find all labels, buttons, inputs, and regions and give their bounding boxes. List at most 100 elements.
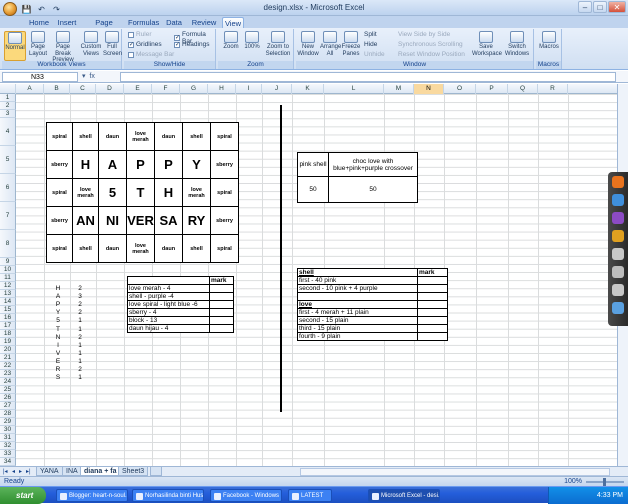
hide-button[interactable]: Hide	[364, 41, 377, 48]
row-header[interactable]: 3	[0, 110, 16, 118]
design-cell[interactable]: T	[126, 178, 155, 207]
zoom-to-selection-button[interactable]: Zoom to Selection	[264, 31, 292, 57]
normal-view-button[interactable]: Normal	[4, 31, 26, 61]
design-cell[interactable]: shell	[182, 122, 211, 151]
tab-view[interactable]: View	[222, 17, 244, 28]
letter-cell[interactable]: 5	[48, 317, 68, 325]
headings-checkbox[interactable]: ✓ Headings	[174, 41, 209, 48]
app-icon[interactable]	[612, 230, 624, 242]
letter-count-cell[interactable]: 2	[74, 334, 86, 342]
switch-windows-button[interactable]: Switch Windows	[502, 31, 532, 57]
reset-window-position-button[interactable]: Reset Window Position	[398, 51, 465, 58]
row-header[interactable]: 21	[0, 354, 16, 362]
design-cell[interactable]: love merah	[72, 178, 99, 207]
insert-sheet-button[interactable]	[150, 467, 162, 476]
tab-insert[interactable]: Insert	[56, 17, 78, 28]
pink-shell-value[interactable]: 50	[297, 176, 329, 203]
app-icon[interactable]	[612, 176, 624, 188]
design-cell[interactable]: love merah	[126, 122, 155, 151]
row-header[interactable]: 2	[0, 102, 16, 110]
row-header[interactable]: 22	[0, 362, 16, 370]
column-header[interactable]: K	[292, 84, 324, 94]
mark-cell[interactable]	[209, 300, 234, 309]
page-break-preview-button[interactable]: Page Break Preview	[49, 31, 77, 64]
item-cell[interactable]: sberry - 4	[127, 308, 210, 317]
design-cell[interactable]: RY	[182, 206, 211, 235]
column-header[interactable]: O	[444, 84, 476, 94]
tab-formulas[interactable]: Formulas	[128, 17, 159, 28]
gridlines-checkbox[interactable]: ✓ Gridlines	[128, 41, 162, 48]
letter-cell[interactable]: T	[48, 326, 68, 334]
row-header[interactable]: 9	[0, 258, 16, 266]
taskbar-item[interactable]: Facebook - Windows ...	[210, 489, 282, 502]
save-workspace-button[interactable]: Save Workspace	[472, 31, 502, 57]
letter-cell[interactable]: E	[48, 358, 68, 366]
mark-cell[interactable]	[417, 300, 448, 309]
column-header[interactable]: D	[96, 84, 124, 94]
item-cell[interactable]	[297, 292, 418, 301]
design-cell[interactable]: spiral	[210, 122, 239, 151]
taskbar-item[interactable]: Norhasilinda binti Hus...	[132, 489, 204, 502]
minimize-button[interactable]: –	[578, 1, 592, 13]
letter-count-cell[interactable]: 1	[74, 317, 86, 325]
row-header[interactable]: 13	[0, 290, 16, 298]
zoom-100-button[interactable]: 100%	[243, 31, 261, 51]
choc-love-header[interactable]: choc love with blue+pink+purple crossove…	[328, 152, 418, 177]
synchronous-scrolling-button[interactable]: Synchronous Scrolling	[398, 41, 463, 48]
design-cell[interactable]: spiral	[210, 234, 239, 263]
letter-cell[interactable]: V	[48, 350, 68, 358]
column-header[interactable]: G	[180, 84, 208, 94]
close-button[interactable]: ✕	[608, 1, 626, 13]
pink-shell-header[interactable]: pink shell	[297, 152, 329, 177]
message-bar-checkbox[interactable]: Message Bar	[128, 51, 174, 58]
letter-cell[interactable]: R	[48, 366, 68, 374]
sheet-tab-ina[interactable]: INA	[62, 467, 82, 476]
column-header[interactable]: F	[152, 84, 180, 94]
design-cell[interactable]: P	[126, 150, 155, 179]
letter-count-cell[interactable]: 1	[74, 342, 86, 350]
app-icon[interactable]	[612, 302, 624, 314]
app-icon[interactable]	[612, 284, 624, 296]
letter-count-cell[interactable]: 1	[74, 350, 86, 358]
formula-input[interactable]	[120, 72, 616, 82]
row-header[interactable]: 11	[0, 274, 16, 282]
row-header[interactable]: 29	[0, 418, 16, 426]
design-cell[interactable]: H	[154, 178, 183, 207]
item-cell[interactable]: second - 10 pink + 4 purple	[297, 284, 418, 293]
column-header[interactable]: I	[236, 84, 262, 94]
design-cell[interactable]: sberry	[46, 206, 73, 235]
row-header[interactable]: 10	[0, 266, 16, 274]
column-header[interactable]: R	[538, 84, 568, 94]
mark-cell[interactable]	[417, 316, 448, 325]
row-header[interactable]: 4	[0, 118, 16, 146]
row-header[interactable]: 15	[0, 306, 16, 314]
item-cell[interactable]: love	[297, 300, 418, 309]
tab-home[interactable]: Home	[28, 17, 50, 28]
design-cell[interactable]: H	[72, 150, 99, 179]
macros-button[interactable]: Macros	[539, 31, 559, 51]
row-header[interactable]: 12	[0, 282, 16, 290]
letter-cell[interactable]: A	[48, 293, 68, 301]
cell-area[interactable]: spiral shell daun love merah daun shell spiral…	[16, 94, 617, 466]
letter-cell[interactable]: H	[48, 285, 68, 293]
app-icon[interactable]	[612, 212, 624, 224]
ruler-checkbox[interactable]: Ruler	[128, 31, 152, 38]
select-all-corner[interactable]	[0, 84, 16, 94]
item-cell[interactable]	[127, 276, 210, 285]
design-cell[interactable]: shell	[72, 122, 99, 151]
item-cell[interactable]: shell - purple -4	[127, 292, 210, 301]
row-header[interactable]: 32	[0, 442, 16, 450]
app-icon[interactable]	[612, 194, 624, 206]
row-header[interactable]: 19	[0, 338, 16, 346]
letter-cell[interactable]: N	[48, 334, 68, 342]
item-cell[interactable]: love merah - 4	[127, 284, 210, 293]
letter-cell[interactable]: Y	[48, 309, 68, 317]
mark-cell[interactable]	[209, 324, 234, 333]
maximize-button[interactable]: □	[593, 1, 607, 13]
row-header[interactable]: 14	[0, 298, 16, 306]
taskbar-item[interactable]: Blogger: heart-n-soul...	[56, 489, 128, 502]
item-cell[interactable]: block - 13	[127, 316, 210, 325]
letter-cell[interactable]: S	[48, 374, 68, 382]
design-cell[interactable]: spiral	[46, 122, 73, 151]
letter-count-cell[interactable]: 1	[74, 326, 86, 334]
